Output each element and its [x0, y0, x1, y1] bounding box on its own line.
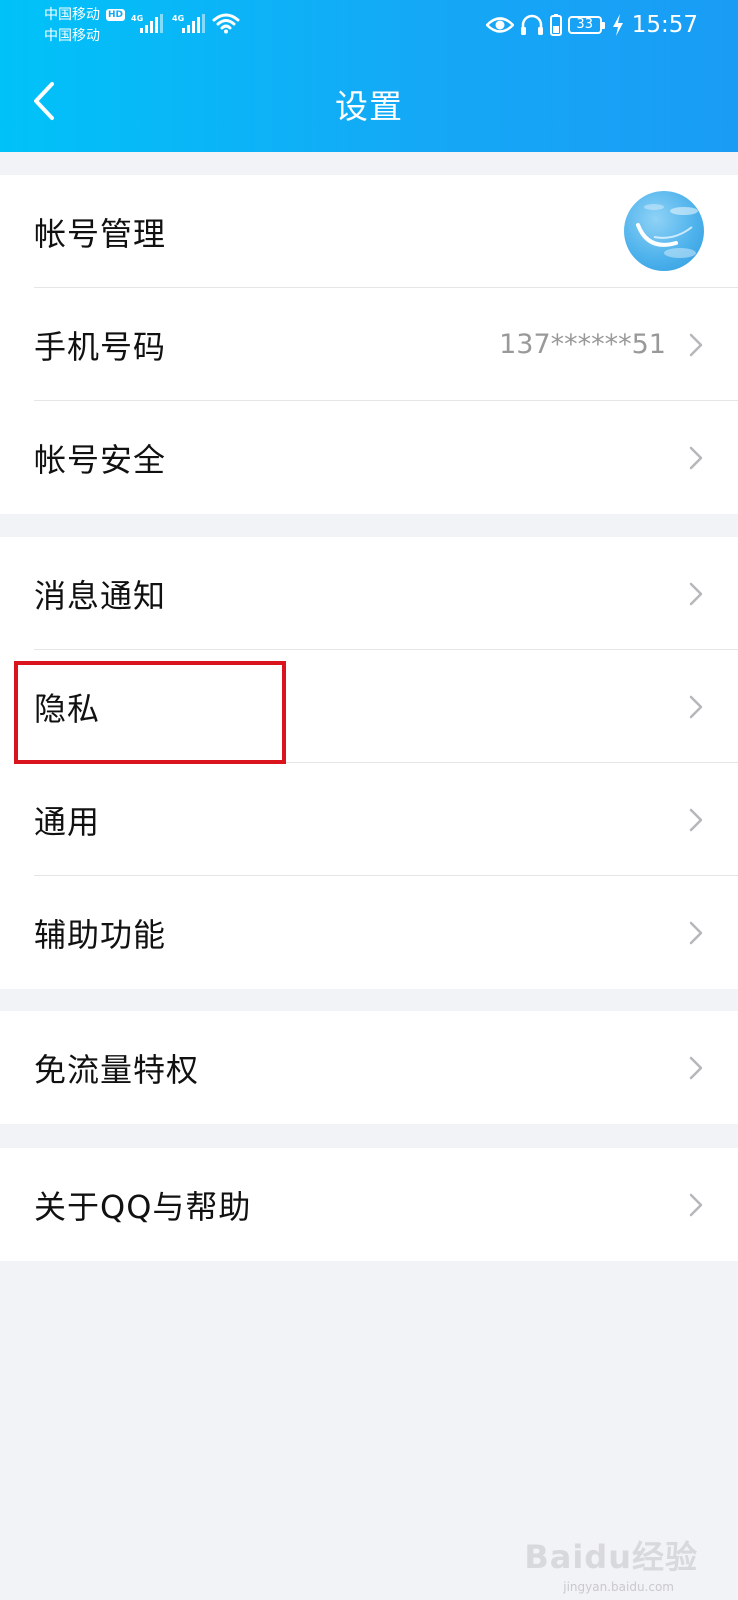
settings-item-general[interactable]: 通用 [0, 763, 738, 876]
chevron-right-icon [689, 921, 703, 944]
settings-item-privacy[interactable]: 隐私 [0, 650, 738, 763]
settings-item-label: 关于QQ与帮助 [34, 1187, 252, 1226]
watermark-url: jingyan.baidu.com [563, 1580, 674, 1594]
headphones-icon [520, 14, 543, 35]
settings-group-account: 帐号管理 手机号码 137******51 帐号安全 [0, 175, 738, 514]
settings-group-about: 关于QQ与帮助 [0, 1148, 738, 1261]
title-bar: 中国移动 HD 中国移动 4G 4G 33 15:57 设置 [0, 0, 738, 152]
carrier-1-label: 中国移动 [44, 7, 100, 23]
settings-item-label: 隐私 [34, 689, 101, 728]
settings-item-about-help[interactable]: 关于QQ与帮助 [0, 1148, 738, 1261]
device-battery-icon [549, 14, 562, 36]
phone-number-value: 137******51 [499, 329, 666, 360]
settings-item-label: 辅助功能 [34, 915, 167, 954]
settings-group-general: 消息通知 隐私 通用 辅助功能 [0, 537, 738, 989]
charging-bolt-icon [612, 14, 623, 36]
settings-item-label: 帐号安全 [34, 440, 167, 479]
chevron-right-icon [689, 333, 703, 356]
settings-item-notifications[interactable]: 消息通知 [0, 537, 738, 650]
settings-item-label: 手机号码 [34, 327, 167, 366]
signal-icon-2 [182, 14, 205, 33]
settings-group-data: 免流量特权 [0, 1011, 738, 1124]
chevron-right-icon [689, 446, 703, 469]
chevron-right-icon [689, 1056, 703, 1079]
avatar-image [636, 204, 698, 258]
settings-item-account-management[interactable]: 帐号管理 [0, 175, 738, 288]
hd-badge: HD [106, 9, 126, 21]
eye-icon [485, 17, 514, 33]
settings-item-label: 免流量特权 [34, 1050, 200, 1089]
chevron-right-icon [689, 808, 703, 831]
chevron-right-icon [689, 695, 703, 718]
settings-item-label: 帐号管理 [34, 214, 167, 253]
settings-item-free-data[interactable]: 免流量特权 [0, 1011, 738, 1124]
settings-item-accessibility[interactable]: 辅助功能 [0, 876, 738, 989]
status-time: 15:57 [631, 12, 698, 38]
battery-indicator: 33 [567, 16, 605, 34]
carrier-2-label: 中国移动 [44, 28, 100, 44]
avatar [624, 191, 704, 271]
chevron-right-icon [689, 582, 703, 605]
settings-item-label: 消息通知 [34, 576, 167, 615]
settings-item-label: 通用 [34, 802, 101, 841]
wifi-icon [212, 13, 240, 34]
settings-item-account-security[interactable]: 帐号安全 [0, 401, 738, 514]
status-icons: 33 15:57 [485, 10, 698, 40]
signal-icon [140, 14, 163, 33]
page-title: 设置 [335, 87, 403, 126]
settings-item-phone-number[interactable]: 手机号码 137******51 [0, 288, 738, 401]
chevron-right-icon [689, 1193, 703, 1216]
status-bar: 中国移动 HD 中国移动 4G 4G 33 15:57 [0, 0, 738, 50]
watermark-logo: Baidu经验 [524, 1538, 698, 1576]
